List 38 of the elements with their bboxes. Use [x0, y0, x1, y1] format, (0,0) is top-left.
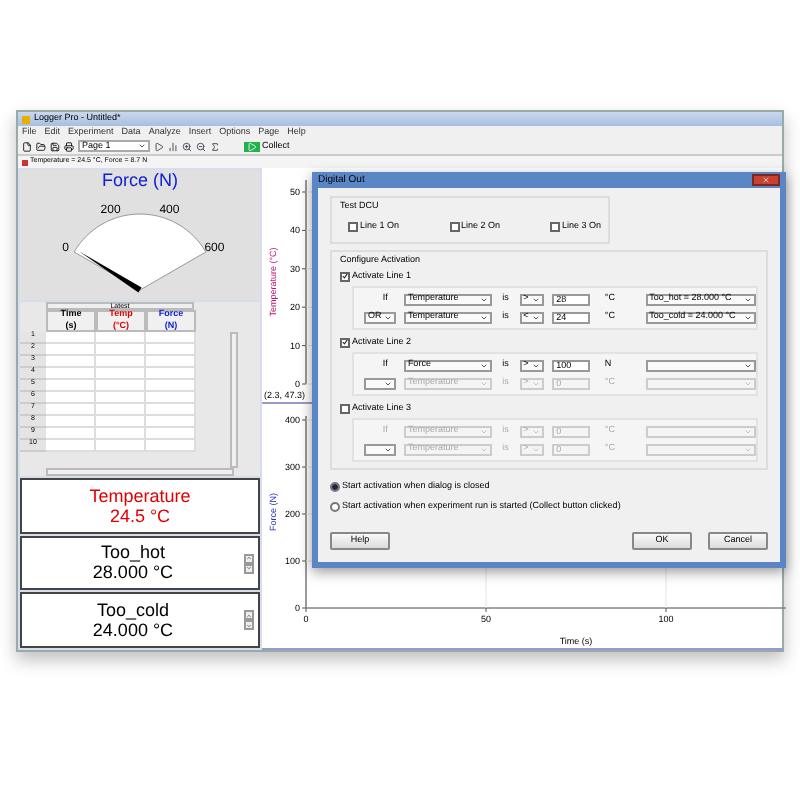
new-file-icon[interactable] [22, 141, 32, 151]
meter-title: Force (N) [102, 172, 178, 190]
bar-chart-icon[interactable] [168, 141, 178, 151]
open-folder-icon[interactable] [36, 141, 46, 151]
zoom-in-icon[interactable] [182, 141, 192, 151]
checkbox[interactable] [449, 221, 460, 231]
parameter-value: 24.000 °C [92, 621, 174, 640]
play-icon[interactable] [154, 141, 164, 151]
checkbox[interactable] [550, 221, 561, 231]
printer-icon[interactable] [64, 141, 74, 151]
checkbox[interactable] [340, 271, 350, 281]
parameter-value: 28.000 °C [92, 564, 174, 583]
vertical-scrollbar[interactable] [230, 331, 238, 469]
checkbox[interactable] [348, 221, 358, 231]
checkmark-icon [342, 338, 348, 346]
app-icon [22, 115, 30, 123]
sigma-icon[interactable] [210, 141, 220, 151]
increment-button[interactable] [244, 553, 254, 564]
close-button[interactable] [752, 174, 780, 186]
checkmark-icon [342, 272, 348, 280]
parameter-dropdown[interactable] [645, 359, 756, 371]
checkbox[interactable] [340, 403, 350, 413]
decrement-button[interactable] [244, 620, 254, 631]
play-icon [244, 141, 260, 151]
parameter-name: Too_hot [100, 544, 166, 563]
sensor-value: 24.5 °C [109, 507, 171, 526]
save-icon[interactable] [50, 141, 60, 151]
gauge-dial [73, 213, 207, 291]
increment-button[interactable] [244, 610, 254, 621]
status-icon [22, 159, 28, 165]
parameter-name: Too_cold [96, 601, 170, 620]
horizontal-scrollbar[interactable] [46, 468, 234, 477]
radio-button[interactable] [330, 482, 340, 492]
decrement-button[interactable] [244, 563, 254, 574]
zoom-out-icon[interactable] [196, 141, 206, 151]
sensor-name: Temperature [89, 487, 191, 506]
checkbox[interactable] [340, 337, 350, 347]
radio-button[interactable] [330, 502, 340, 512]
